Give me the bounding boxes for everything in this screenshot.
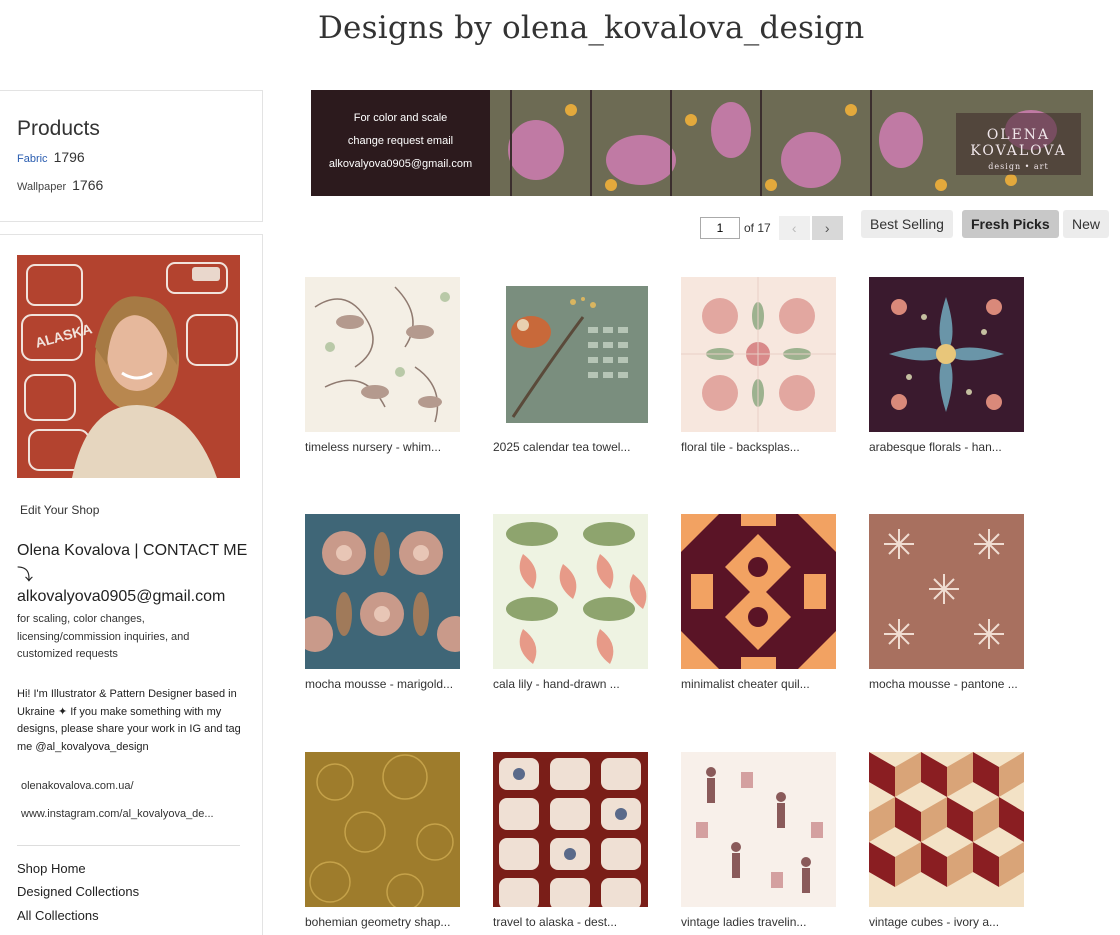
- design-tile[interactable]: mocha mousse - marigold...: [305, 514, 465, 691]
- design-tile[interactable]: minimalist cheater quil...: [681, 514, 841, 691]
- design-tile[interactable]: vintage cubes - ivory a...: [869, 752, 1029, 929]
- design-caption[interactable]: minimalist cheater quil...: [681, 677, 841, 691]
- shop-email: alkovalyova0905@gmail.com: [17, 588, 226, 605]
- design-tile[interactable]: mocha mousse - pantone ...: [869, 514, 1029, 691]
- sort-fresh-picks[interactable]: Fresh Picks: [962, 210, 1059, 238]
- design-caption[interactable]: cala lily - hand-drawn ...: [493, 677, 653, 691]
- design-caption[interactable]: bohemian geometry shap...: [305, 915, 465, 929]
- sort-new[interactable]: New: [1063, 210, 1110, 238]
- shop-sidebar: ALASKA Edit Your Shop Olena Kovalova | C…: [0, 234, 263, 935]
- product-label[interactable]: Fabric: [17, 153, 48, 165]
- design-tile[interactable]: bohemian geometry shap...: [305, 752, 465, 929]
- design-tile[interactable]: cala lily - hand-drawn ...: [493, 514, 653, 691]
- page-title: Designs by olena_kovalova_design: [318, 10, 865, 46]
- pagination: of 17 ‹ ›: [700, 216, 843, 240]
- logo-tagline: design • art: [988, 162, 1049, 171]
- instagram-link[interactable]: www.instagram.com/al_kovalyova_de...: [21, 808, 214, 820]
- design-caption[interactable]: vintage ladies travelin...: [681, 915, 841, 929]
- design-caption[interactable]: floral tile - backsplas...: [681, 440, 841, 454]
- edit-shop-link[interactable]: Edit Your Shop: [20, 503, 99, 517]
- shop-note: for scaling, color changes, licensing/co…: [17, 613, 190, 660]
- design-thumbnail[interactable]: [681, 752, 836, 907]
- design-caption[interactable]: arabesque florals - han...: [869, 440, 1029, 454]
- page-count: of 17: [744, 221, 771, 235]
- design-caption[interactable]: vintage cubes - ivory a...: [869, 915, 1029, 929]
- prev-page-button[interactable]: ‹: [778, 216, 810, 240]
- shop-home-link[interactable]: Shop Home: [17, 861, 86, 876]
- design-tile[interactable]: 2025 calendar tea towel...: [493, 277, 653, 454]
- design-thumbnail[interactable]: [493, 752, 648, 907]
- design-thumbnail[interactable]: [305, 752, 460, 907]
- banner-line: change request email: [347, 135, 454, 147]
- design-tile[interactable]: timeless nursery - whim...: [305, 277, 465, 454]
- design-thumbnail[interactable]: [305, 277, 460, 432]
- design-tile[interactable]: travel to alaska - dest...: [493, 752, 653, 929]
- design-caption[interactable]: mocha mousse - pantone ...: [869, 677, 1029, 691]
- divider: [17, 845, 240, 846]
- page-number-input[interactable]: [700, 217, 740, 239]
- design-thumbnail[interactable]: [869, 514, 1024, 669]
- design-caption[interactable]: timeless nursery - whim...: [305, 440, 465, 454]
- chevron-left-icon: ‹: [791, 220, 797, 236]
- logo-name: OLENA KOVALOVA: [970, 127, 1067, 159]
- design-thumbnail[interactable]: [681, 277, 836, 432]
- avatar: ALASKA: [17, 255, 240, 478]
- products-panel: Products Fabric 1796 Wallpaper 1766: [0, 90, 263, 222]
- design-thumbnail[interactable]: [493, 514, 648, 669]
- product-filter-wallpaper[interactable]: Wallpaper 1766: [17, 177, 103, 193]
- product-count: 1796: [53, 149, 85, 165]
- product-count: 1766: [72, 177, 104, 193]
- products-heading: Products: [17, 117, 100, 140]
- sort-best-selling[interactable]: Best Selling: [861, 210, 953, 238]
- design-thumbnail[interactable]: [869, 752, 1024, 907]
- design-tile[interactable]: floral tile - backsplas...: [681, 277, 841, 454]
- banner-line: For color and scale: [353, 112, 448, 124]
- next-page-button[interactable]: ›: [811, 216, 843, 240]
- design-thumbnail[interactable]: [869, 277, 1024, 432]
- design-caption[interactable]: mocha mousse - marigold...: [305, 677, 465, 691]
- design-thumbnail[interactable]: [305, 514, 460, 669]
- shop-heading: Olena Kovalova | CONTACT ME ⤵: [17, 542, 248, 584]
- shop-banner: For color and scale change request email…: [311, 90, 1093, 196]
- design-tile[interactable]: arabesque florals - han...: [869, 277, 1029, 454]
- banner-line: alkovalyova0905@gmail.com: [328, 158, 473, 170]
- banner-contact-text: For color and scale change request email…: [311, 90, 490, 196]
- brand-logo: OLENA KOVALOVA design • art: [956, 113, 1081, 175]
- shop-bio: Hi! I'm Illustrator & Pattern Designer b…: [17, 688, 241, 753]
- design-tile[interactable]: vintage ladies travelin...: [681, 752, 841, 929]
- product-label[interactable]: Wallpaper: [17, 181, 66, 193]
- designed-collections-link[interactable]: Designed Collections: [17, 884, 139, 899]
- product-filter-fabric[interactable]: Fabric 1796: [17, 149, 85, 165]
- design-thumbnail[interactable]: [681, 514, 836, 669]
- design-thumbnail[interactable]: [493, 277, 648, 432]
- website-link[interactable]: olenakovalova.com.ua/: [21, 780, 134, 792]
- design-caption[interactable]: 2025 calendar tea towel...: [493, 440, 653, 454]
- chevron-right-icon: ›: [824, 220, 830, 236]
- design-caption[interactable]: travel to alaska - dest...: [493, 915, 653, 929]
